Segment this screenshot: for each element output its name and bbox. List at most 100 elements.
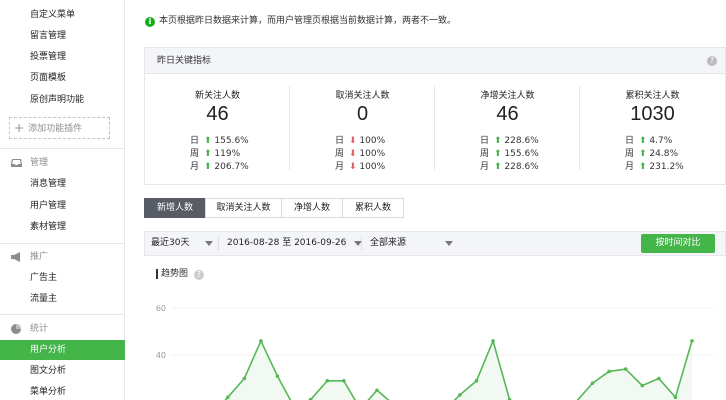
kpi-value: 46 [206, 103, 229, 125]
kpi-change-list: 日 ⬆ 4.7% 周 ⬆ 24.8% 月 ⬆ 231.2% [625, 135, 705, 174]
arrow-up-icon: ⬆ [494, 162, 502, 172]
sidebar-item[interactable]: 页面模板 [0, 68, 125, 88]
data-point[interactable] [640, 383, 645, 388]
add-plugin-button[interactable]: + 添加功能插件 [9, 117, 110, 139]
data-point[interactable] [623, 367, 628, 371]
sidebar-section-title: 管理 [30, 158, 49, 168]
data-point[interactable] [225, 395, 230, 400]
sidebar-item[interactable]: 原创声明功能 [0, 90, 125, 110]
kpi-change-row: 日 ⬆ 155.6% [190, 135, 270, 148]
tab-2[interactable]: 净增人数 [281, 198, 343, 218]
help-icon[interactable]: ? [193, 270, 204, 280]
data-point[interactable] [491, 339, 495, 343]
data-point[interactable] [690, 339, 694, 343]
sidebar-item[interactable]: 流量主 [0, 289, 125, 309]
kpi-column: 累积关注人数 1030 日 ⬆ 4.7% 周 ⬆ 24.8% 月 ⬆ 231.2% [580, 86, 725, 172]
sidebar-item[interactable]: 自定义菜单 [0, 5, 125, 25]
period-label: 月 [625, 162, 635, 172]
sidebar-item[interactable]: 用户管理 [0, 196, 125, 216]
data-point[interactable] [275, 374, 280, 378]
kpi-change-row: 周 ⬆ 24.8% [625, 148, 705, 161]
change-percent: 4.7% [649, 136, 673, 146]
sidebar-item[interactable]: 投票管理 [0, 47, 125, 67]
arrow-down-icon: ⬇ [349, 162, 357, 172]
period-select[interactable]: 最近30天 [151, 232, 221, 255]
data-point[interactable] [259, 339, 263, 343]
kpi-change-row: 月 ⬆ 206.7% [190, 161, 270, 174]
date-range-picker[interactable]: 2016-08-28 至 2016-09-26 [227, 232, 367, 255]
tab-0[interactable]: 新增人数 [144, 198, 206, 218]
sidebar-item[interactable]: 图文分析 [0, 361, 125, 381]
key-metrics-title: 昨日关键指标 [157, 56, 212, 66]
data-point[interactable] [375, 388, 379, 393]
data-point[interactable] [342, 379, 346, 383]
source-select[interactable]: 全部来源 [370, 232, 460, 255]
kpi-column: 取消关注人数 0 日 ⬇ 100% 周 ⬇ 100% 月 ⬇ 100% [290, 86, 435, 172]
data-point[interactable] [474, 379, 479, 383]
arrow-up-icon: ⬆ [204, 136, 212, 146]
change-percent: 228.6% [504, 162, 539, 172]
sidebar-section-1: 推广 [0, 247, 125, 267]
arrow-up-icon: ⬆ [204, 149, 212, 159]
sidebar-section-0: 管理 [0, 153, 125, 173]
sidebar-divider [0, 148, 125, 149]
sidebar-item[interactable]: 留言管理 [0, 26, 125, 46]
period-label: 周 [480, 149, 490, 159]
period-label: 周 [335, 149, 345, 159]
kpi-change-row: 日 ⬆ 228.6% [480, 135, 560, 148]
filter-bar: 最近30天 2016-08-28 至 2016-09-26 全部来源 按时间对比 [144, 231, 726, 256]
period-label: 周 [625, 149, 635, 159]
data-point[interactable] [242, 376, 247, 381]
sidebar-item[interactable]: 消息管理 [0, 174, 125, 194]
change-percent: 100% [359, 149, 386, 159]
kpi-column: 新关注人数 46 日 ⬆ 155.6% 周 ⬆ 119% 月 ⬆ 206.7% [145, 86, 290, 172]
date-separator: 至 [282, 238, 292, 248]
sidebar-item[interactable]: 素材管理 [0, 217, 125, 237]
sidebar-item[interactable]: 菜单分析 [0, 382, 125, 400]
sidebar-item[interactable]: 广告主 [0, 268, 125, 288]
data-point[interactable] [458, 393, 462, 397]
change-percent: 100% [359, 136, 386, 146]
key-metrics-panel: 昨日关键指标 ? 新关注人数 46 日 ⬆ 155.6% 周 ⬆ 119% 月 ⬆ 206.7… [144, 47, 726, 185]
date-to: 2016-09-26 [294, 238, 347, 248]
period-label: 日 [190, 136, 200, 146]
period-label: 月 [480, 162, 490, 172]
trend-title-text: 趋势图 [161, 269, 189, 279]
help-icon[interactable]: ? [707, 56, 717, 66]
data-point[interactable] [657, 376, 661, 381]
arrow-up-icon: ⬆ [639, 136, 647, 146]
notice-text: 本页根据昨日数据来计算，而用户管理页根据当前数据计算，两者不一致。 [159, 16, 457, 26]
chevron-down-icon [445, 241, 453, 246]
compare-by-time-button[interactable]: 按时间对比 [641, 234, 715, 253]
period-label: 月 [190, 162, 200, 172]
sidebar-item[interactable]: 用户分析 [0, 340, 125, 360]
data-point[interactable] [607, 369, 611, 374]
kpi-title: 净增关注人数 [480, 91, 535, 101]
tab-1[interactable]: 取消关注人数 [205, 198, 282, 218]
arrow-up-icon: ⬆ [494, 149, 502, 159]
period-value: 最近30天 [151, 238, 190, 248]
change-percent: 119% [214, 149, 241, 159]
title-bar [156, 269, 158, 279]
date-from: 2016-08-28 [227, 238, 280, 248]
trend-chart-title: 趋势图 ? [156, 268, 204, 280]
key-metrics-header: 昨日关键指标 ? [145, 48, 725, 74]
notice: i 本页根据昨日数据来计算，而用户管理页根据当前数据计算，两者不一致。 [145, 14, 456, 28]
tab-3[interactable]: 累积人数 [342, 198, 404, 218]
chevron-down-icon [205, 241, 213, 246]
data-point[interactable] [590, 381, 595, 385]
kpi-change-row: 月 ⬆ 231.2% [625, 161, 705, 174]
data-point[interactable] [673, 395, 678, 400]
data-point[interactable] [325, 379, 330, 383]
kpi-change-list: 日 ⬆ 155.6% 周 ⬆ 119% 月 ⬆ 206.7% [190, 135, 270, 174]
kpi-column: 净增关注人数 46 日 ⬆ 228.6% 周 ⬆ 155.6% 月 ⬆ 228.6% [435, 86, 580, 172]
trend-line-chart: 60 40 [156, 304, 714, 400]
sidebar-section-2: 统计 [0, 319, 125, 339]
kpi-title: 取消关注人数 [335, 91, 390, 101]
kpi-value: 1030 [630, 103, 675, 125]
sidebar-divider [0, 243, 125, 244]
change-percent: 100% [359, 162, 386, 172]
period-label: 月 [335, 162, 345, 172]
sidebar-section-title: 统计 [30, 324, 49, 334]
kpi-title: 新关注人数 [194, 91, 240, 101]
